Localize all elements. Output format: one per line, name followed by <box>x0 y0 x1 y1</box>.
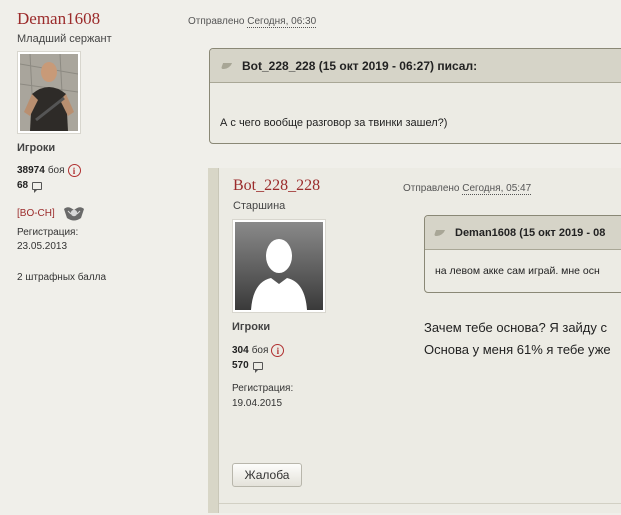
clan-emblem-icon[interactable] <box>62 205 84 221</box>
author-rank: Младший сержант <box>17 33 112 45</box>
battles-count: 38974 <box>17 165 45 176</box>
author-avatar[interactable] <box>232 219 326 313</box>
message-icon <box>32 181 43 193</box>
post-divider <box>219 503 621 504</box>
post-body-line: Основа у меня 61% я тебе уже <box>424 342 611 357</box>
info-icon[interactable]: i <box>67 164 81 177</box>
author-clan: [BO-CH] <box>17 205 84 221</box>
quote-text: А с чего вообще разговор за твинки зашел… <box>220 117 448 129</box>
author-avatar[interactable] <box>17 51 81 134</box>
posts-count: 68 <box>17 180 29 191</box>
quote-header: Deman1608 (15 окт 2019 - 08 <box>425 216 621 250</box>
posted-time[interactable]: Сегодня, 05:47 <box>462 183 532 195</box>
author-name-link[interactable]: Deman1608 <box>17 9 100 29</box>
quote-text: на левом акке сам играй. мне осн <box>435 265 600 277</box>
avatar-photo <box>20 54 78 131</box>
author-rank: Старшина <box>233 200 286 212</box>
battles-count: 304 <box>232 345 249 356</box>
quote-arrow-icon[interactable] <box>435 228 449 238</box>
quote-header-text: Deman1608 (15 окт 2019 - 08 <box>455 226 606 239</box>
author-group: Игроки <box>232 321 271 333</box>
author-name-link[interactable]: Bot_228_228 <box>233 177 320 195</box>
quote-block: Bot_228_228 (15 окт 2019 - 06:27) писал:… <box>209 48 621 144</box>
clan-tag-link[interactable]: [BO-CH] <box>17 208 55 219</box>
author-battles: 38974 боя i <box>17 164 81 177</box>
battles-label: боя <box>47 165 65 176</box>
posted-prefix: Отправлено <box>188 16 245 27</box>
message-icon <box>252 361 263 373</box>
posted-time[interactable]: Сегодня, 06:30 <box>247 16 317 28</box>
post-timestamp: Отправлено Сегодня, 06:30 <box>188 16 317 28</box>
quote-arrow-icon[interactable] <box>222 61 236 71</box>
author-penalty: 2 штрафных балла <box>17 272 107 283</box>
author-posts: 570 <box>232 360 263 373</box>
author-posts: 68 <box>17 180 43 193</box>
author-reg-date: 19.04.2015 <box>232 398 283 409</box>
author-reg-label: Регистрация: <box>232 383 294 394</box>
posts-count: 570 <box>232 360 249 371</box>
post-body-line: Зачем тебе основа? Я зайду с <box>424 320 608 335</box>
posted-prefix: Отправлено <box>403 183 460 194</box>
info-icon[interactable]: i <box>271 344 285 357</box>
post-timestamp: Отправлено Сегодня, 05:47 <box>403 183 532 195</box>
quote-header: Bot_228_228 (15 окт 2019 - 06:27) писал: <box>210 49 621 83</box>
quote-header-text: Bot_228_228 (15 окт 2019 - 06:27) писал: <box>242 58 478 73</box>
author-reg-label: Регистрация: <box>17 227 79 238</box>
author-battles: 304 боя i <box>232 344 285 357</box>
author-group: Игроки <box>17 142 56 154</box>
author-reg-date: 23.05.2013 <box>17 241 68 252</box>
quote-block: Deman1608 (15 окт 2019 - 08 на левом акк… <box>424 215 621 293</box>
default-avatar-icon <box>235 222 323 310</box>
battles-label: боя <box>251 345 269 356</box>
report-button[interactable]: Жалоба <box>232 463 302 487</box>
